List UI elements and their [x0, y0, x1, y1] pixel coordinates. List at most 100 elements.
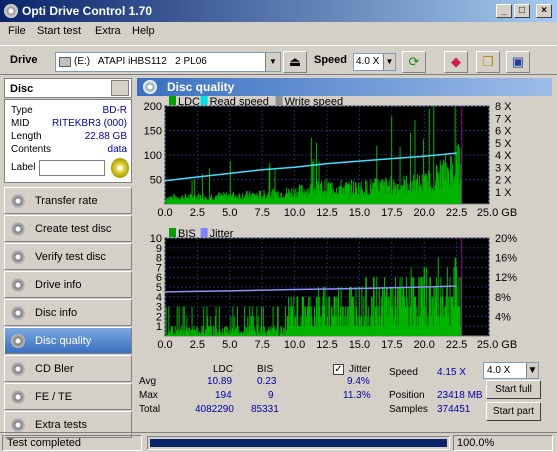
- y-tick-label: 200: [144, 101, 162, 113]
- nav-disc-info[interactable]: Disc info: [4, 299, 132, 326]
- disc-header: Disc: [4, 78, 132, 98]
- legend-label: Read speed: [210, 96, 269, 108]
- x-tick-label: 2.5: [190, 339, 205, 351]
- y-right-tick-label: 7 X: [495, 113, 512, 125]
- menu-extra[interactable]: Extra: [95, 25, 121, 37]
- minimize-button[interactable]: _: [496, 4, 512, 18]
- nav-label: CD Bler: [35, 363, 74, 375]
- total-ldc: 4082290: [195, 404, 234, 415]
- avg-label: Avg: [139, 376, 157, 387]
- save-button[interactable]: ▣: [506, 51, 530, 73]
- legend-swatch: [275, 96, 283, 105]
- y-tick-label: 1: [156, 321, 162, 333]
- nav-cd-bler[interactable]: CD Bler: [4, 355, 132, 382]
- disc-icon: [11, 390, 25, 404]
- bis-bar: [165, 306, 167, 336]
- samples-value: 374451: [437, 404, 471, 415]
- erase-button[interactable]: ◆: [444, 51, 468, 73]
- y-tick-label: 150: [144, 126, 162, 138]
- disc-quality-icon: [143, 80, 157, 94]
- y-right-tick-label: 8%: [495, 292, 511, 304]
- ldc-bar: [414, 120, 416, 204]
- disc-icon: [11, 362, 25, 376]
- x-tick-label: 17.5: [381, 339, 402, 351]
- bis-bar: [262, 306, 264, 336]
- nav-label: Disc info: [35, 307, 78, 319]
- label-input[interactable]: [39, 160, 105, 176]
- bis-bar: [283, 327, 285, 336]
- x-tick-label: 7.5: [255, 207, 270, 219]
- label-icon[interactable]: [111, 158, 129, 178]
- nav-drive-info[interactable]: Drive info: [4, 271, 132, 298]
- chevron-down-icon[interactable]: ▼: [265, 53, 280, 71]
- start-full-button[interactable]: Start full: [486, 380, 541, 399]
- refresh-button[interactable]: ⟳: [402, 51, 426, 73]
- nav-verify-test-disc[interactable]: Verify test disc: [4, 243, 132, 270]
- menu-start-test[interactable]: Start test: [37, 25, 81, 37]
- x-tick-label: 10.0: [284, 207, 305, 219]
- disc-header-button[interactable]: [111, 80, 129, 96]
- progress-bar: [147, 436, 450, 450]
- speed-label: Speed: [314, 54, 348, 66]
- jitter-checkbox[interactable]: ✓: [333, 364, 344, 375]
- nav-fe-te[interactable]: FE / TE: [4, 383, 132, 410]
- nav-label: Extra tests: [35, 419, 87, 431]
- drive-icon: [59, 57, 71, 67]
- bis-bar: [211, 334, 213, 336]
- x-tick-label: 15.0: [349, 207, 370, 219]
- status-percent: 100.0%: [453, 435, 553, 451]
- x-tick-label: 25.0 GB: [477, 339, 517, 351]
- y-tick-label: 100: [144, 150, 162, 162]
- total-label: Total: [139, 404, 161, 415]
- disc-icon: [11, 222, 25, 236]
- start-speed-select[interactable]: 4.0 X ▼: [483, 362, 539, 379]
- col-bis-header: BIS: [257, 364, 274, 375]
- max-label: Max: [139, 390, 158, 401]
- bis-bar: [255, 331, 257, 336]
- start-part-button[interactable]: Start part: [486, 402, 541, 421]
- x-tick-label: 7.5: [255, 339, 270, 351]
- menu-file[interactable]: File: [8, 25, 26, 37]
- window-title: Opti Drive Control 1.70: [22, 4, 153, 18]
- legend-swatch: [200, 96, 208, 105]
- status-bar: Test completed 100.0%: [0, 432, 557, 452]
- y-right-tick-label: 4%: [495, 311, 511, 323]
- max-ldc: 194: [215, 390, 232, 401]
- close-button[interactable]: ×: [536, 4, 552, 18]
- maximize-button[interactable]: □: [514, 4, 530, 18]
- nav-transfer-rate[interactable]: Transfer rate: [4, 187, 132, 214]
- speed-stat-label: Speed: [389, 367, 418, 378]
- chevron-down-icon[interactable]: ▼: [526, 363, 538, 378]
- y-right-tick-label: 4 X: [495, 150, 512, 162]
- x-tick-label: 0.0: [157, 339, 172, 351]
- chevron-down-icon[interactable]: ▼: [383, 54, 395, 70]
- drive-select[interactable]: (E:) ATAPI iHBS112 2 PL06 ▼: [55, 52, 281, 72]
- bis-bar: [220, 332, 222, 336]
- disc-icon: [11, 194, 25, 208]
- copy-button[interactable]: ❐: [476, 51, 500, 73]
- disc-icon: [11, 306, 25, 320]
- nav-create-test-disc[interactable]: Create test disc: [4, 215, 132, 242]
- contents-label: Contents: [11, 144, 52, 155]
- legend-label: LDC: [178, 96, 200, 108]
- speed-stat-value: 4.15 X: [437, 367, 466, 378]
- max-bis: 9: [268, 390, 274, 401]
- type-label: Type: [11, 105, 33, 116]
- y-right-tick-label: 5 X: [495, 138, 512, 150]
- nav-disc-quality[interactable]: Disc quality: [4, 327, 132, 354]
- drive-label: Drive: [10, 54, 38, 66]
- menu-help[interactable]: Help: [132, 25, 155, 37]
- speed-select[interactable]: 4.0 X ▼: [353, 53, 396, 71]
- bis-bar: [222, 328, 224, 336]
- bis-bar: [277, 306, 279, 336]
- disc-icon: [11, 334, 25, 348]
- nav-label: Transfer rate: [35, 195, 98, 207]
- bis-bar: [178, 306, 180, 336]
- y-right-tick-label: 6 X: [495, 126, 512, 138]
- x-tick-label: 12.5: [316, 207, 337, 219]
- avg-jitter: 9.4%: [347, 376, 370, 387]
- x-tick-label: 17.5: [381, 207, 402, 219]
- eject-button[interactable]: ⏏: [283, 51, 307, 73]
- x-tick-label: 5.0: [222, 339, 237, 351]
- x-tick-label: 5.0: [222, 207, 237, 219]
